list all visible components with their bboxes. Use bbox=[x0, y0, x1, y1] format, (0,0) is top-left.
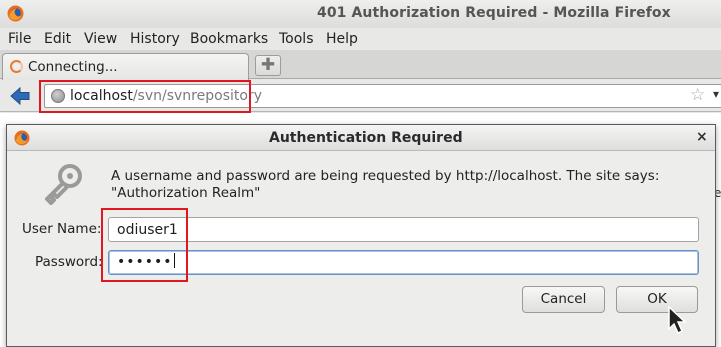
auth-message: A username and password are being reques… bbox=[111, 168, 660, 201]
username-label: User Name: bbox=[22, 221, 102, 237]
close-icon[interactable]: × bbox=[696, 129, 708, 145]
username-input[interactable] bbox=[108, 217, 699, 242]
menu-help[interactable]: Help bbox=[326, 31, 358, 47]
password-input[interactable]: •••••• bbox=[108, 250, 699, 275]
new-tab-icon[interactable]: ✚ bbox=[255, 55, 281, 76]
tab-connecting[interactable]: Connecting... bbox=[2, 53, 249, 80]
window-titlebar: 401 Authorization Required - Mozilla Fir… bbox=[0, 0, 721, 28]
key-icon bbox=[45, 164, 82, 205]
url-highlight-box bbox=[39, 80, 251, 113]
dialog-titlebar: Authentication Required × bbox=[7, 125, 715, 151]
cancel-button[interactable]: Cancel bbox=[522, 286, 605, 313]
menu-bar: File Edit View History Bookmarks Tools H… bbox=[0, 28, 721, 50]
menu-tools[interactable]: Tools bbox=[279, 31, 314, 47]
firefox-icon bbox=[14, 130, 30, 146]
star-icon[interactable]: ☆ bbox=[690, 85, 705, 105]
menu-file[interactable]: File bbox=[8, 31, 31, 47]
menu-view[interactable]: View bbox=[84, 31, 117, 47]
tab-strip: Connecting... ✚ bbox=[0, 50, 721, 80]
window-title: 401 Authorization Required - Mozilla Fir… bbox=[317, 5, 671, 21]
menu-bookmarks[interactable]: Bookmarks bbox=[190, 31, 268, 47]
firefox-icon bbox=[7, 5, 24, 22]
cursor-icon bbox=[668, 306, 687, 335]
back-arrow-icon[interactable] bbox=[9, 85, 31, 107]
dialog-title: Authentication Required bbox=[269, 130, 463, 146]
spinner-icon bbox=[10, 60, 23, 73]
menu-edit[interactable]: Edit bbox=[44, 31, 71, 47]
menu-history[interactable]: History bbox=[130, 31, 180, 47]
password-label: Password: bbox=[35, 254, 103, 270]
credentials-highlight-box bbox=[101, 208, 188, 282]
tab-label: Connecting... bbox=[28, 59, 118, 75]
dropdown-icon[interactable]: ▾ bbox=[713, 87, 719, 101]
